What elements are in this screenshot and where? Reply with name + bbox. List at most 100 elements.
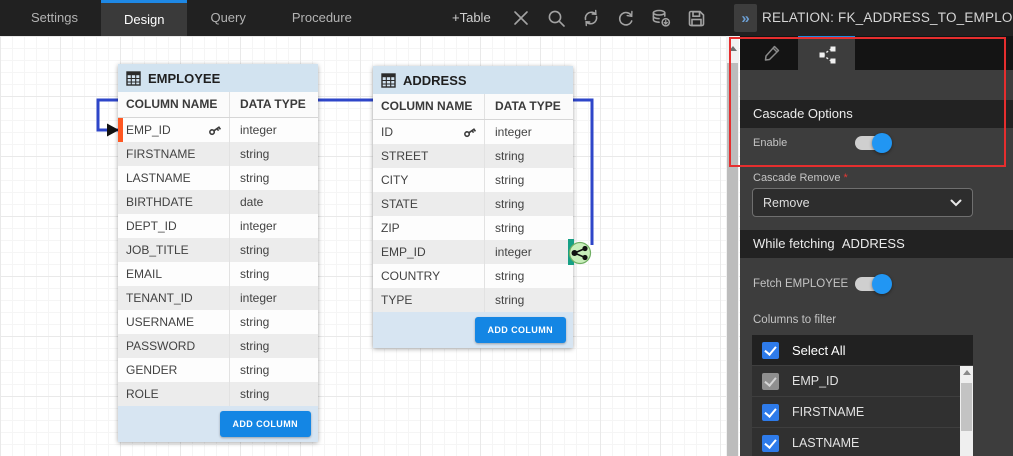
table-row-id[interactable]: IDinteger: [373, 120, 573, 144]
top-toolbar: SettingsDesignQueryProcedure +Table: [0, 0, 1013, 36]
fetch-employee-toggle[interactable]: [855, 277, 888, 291]
column-name-cell: JOB_TITLE: [118, 238, 230, 262]
relation-line: [0, 36, 740, 456]
nav-tab-settings[interactable]: Settings: [8, 0, 101, 36]
data-type-cell: string: [230, 334, 318, 358]
data-type-header: DATA TYPE: [230, 92, 318, 117]
primary-key-icon: [460, 122, 479, 141]
filter-column-label: EMP_ID: [792, 374, 839, 388]
data-type-cell: string: [485, 288, 573, 312]
table-row-state[interactable]: STATEstring: [373, 192, 573, 216]
select-all-checkbox[interactable]: [762, 342, 779, 359]
search-icon[interactable]: [546, 8, 566, 28]
triangle-up-icon: [963, 370, 971, 375]
column-name-cell: DEPT_ID: [118, 214, 230, 238]
column-name-cell: GENDER: [118, 358, 230, 382]
schema-canvas[interactable]: EMPLOYEE COLUMN NAME DATA TYPE EMP_IDint…: [0, 36, 740, 456]
select-all-label: Select All: [792, 343, 845, 358]
scrollbar-thumb[interactable]: [961, 383, 972, 431]
scroll-up-button[interactable]: [726, 36, 739, 60]
checkbox[interactable]: [762, 404, 779, 421]
redo-icon[interactable]: [616, 8, 636, 28]
nav-tab-procedure[interactable]: Procedure: [269, 0, 375, 36]
data-type-cell: date: [230, 190, 318, 214]
table-row-email[interactable]: EMAILstring: [118, 262, 318, 286]
table-row-birthdate[interactable]: BIRTHDATEdate: [118, 190, 318, 214]
table-row-country[interactable]: COUNTRYstring: [373, 264, 573, 288]
table-grid-icon: [381, 73, 396, 88]
table-employee[interactable]: EMPLOYEE COLUMN NAME DATA TYPE EMP_IDint…: [118, 64, 318, 442]
table-rows: IDintegerSTREETstringCITYstringSTATEstri…: [373, 120, 573, 312]
column-name-cell: STREET: [373, 144, 485, 168]
table-row-street[interactable]: STREETstring: [373, 144, 573, 168]
table-row-lastname[interactable]: LASTNAMEstring: [118, 166, 318, 190]
filter-column-row-lastname[interactable]: LASTNAME: [752, 428, 973, 456]
tab-edit-relation[interactable]: [745, 36, 798, 70]
export-db-icon[interactable]: [651, 8, 671, 28]
column-name-cell: PASSWORD: [118, 334, 230, 358]
table-row-emp_id[interactable]: EMP_IDinteger: [118, 118, 318, 142]
checkbox[interactable]: [762, 373, 779, 390]
fetch-employee-label: Fetch EMPLOYEE: [753, 278, 848, 290]
table-column-headers: COLUMN NAME DATA TYPE: [373, 94, 573, 120]
filter-column-label: FIRSTNAME: [792, 405, 864, 419]
panel-tab-bar: [740, 36, 1013, 70]
table-row-emp_id[interactable]: EMP_IDinteger: [373, 240, 573, 264]
list-scrollbar[interactable]: [960, 366, 973, 456]
data-type-cell: integer: [485, 120, 573, 144]
table-employee-header[interactable]: EMPLOYEE: [118, 64, 318, 92]
table-row-tenant_id[interactable]: TENANT_IDinteger: [118, 286, 318, 310]
data-type-cell: string: [230, 142, 318, 166]
add-table-button[interactable]: +Table: [452, 0, 491, 36]
filter-column-row-firstname[interactable]: FIRSTNAME: [752, 397, 973, 428]
add-column-button[interactable]: ADD COLUMN: [220, 411, 312, 437]
filter-column-row-emp_id[interactable]: EMP_ID: [752, 366, 973, 397]
save-icon[interactable]: [686, 8, 706, 28]
column-name-cell: LASTNAME: [118, 166, 230, 190]
table-address[interactable]: ADDRESS COLUMN NAME DATA TYPE IDintegerS…: [373, 66, 573, 348]
enable-toggle[interactable]: [855, 136, 888, 150]
required-asterisk: *: [843, 172, 847, 184]
close-icon[interactable]: [511, 8, 531, 28]
cascade-remove-select[interactable]: Remove: [752, 188, 973, 217]
data-type-cell: string: [485, 168, 573, 192]
table-row-username[interactable]: USERNAMEstring: [118, 310, 318, 334]
table-row-gender[interactable]: GENDERstring: [118, 358, 318, 382]
table-address-header[interactable]: ADDRESS: [373, 66, 573, 94]
table-grid-icon: [126, 71, 141, 86]
column-name-cell: EMP_ID: [373, 240, 485, 264]
collapse-panel-button[interactable]: »: [734, 4, 757, 32]
canvas-scrollbar[interactable]: [726, 36, 739, 456]
while-fetching-text: While fetching: [753, 236, 835, 251]
table-row-role[interactable]: ROLEstring: [118, 382, 318, 406]
table-row-zip[interactable]: ZIPstring: [373, 216, 573, 240]
add-column-button[interactable]: ADD COLUMN: [475, 317, 567, 343]
table-row-job_title[interactable]: JOB_TITLEstring: [118, 238, 318, 262]
column-name-cell: COUNTRY: [373, 264, 485, 288]
column-name-cell: STATE: [373, 192, 485, 216]
primary-key-icon: [205, 120, 224, 139]
tab-relation-settings[interactable]: [798, 36, 855, 70]
data-type-cell: string: [230, 310, 318, 334]
data-type-cell: integer: [230, 118, 318, 142]
table-row-password[interactable]: PASSWORDstring: [118, 334, 318, 358]
relation-properties-panel: Cascade Options Enable Cascade Remove* R…: [740, 36, 1013, 456]
relation-connector-icon[interactable]: [0, 36, 740, 456]
relation-icon: [816, 44, 838, 66]
checkbox[interactable]: [762, 435, 779, 452]
table-row-firstname[interactable]: FIRSTNAMEstring: [118, 142, 318, 166]
data-type-cell: string: [230, 262, 318, 286]
column-name-cell: CITY: [373, 168, 485, 192]
sync-icon[interactable]: [581, 8, 601, 28]
pencil-icon: [762, 43, 782, 63]
nav-tab-query[interactable]: Query: [187, 0, 268, 36]
column-name-cell: USERNAME: [118, 310, 230, 334]
nav-tab-design[interactable]: Design: [101, 0, 187, 36]
column-name-cell: TYPE: [373, 288, 485, 312]
table-row-dept_id[interactable]: DEPT_IDinteger: [118, 214, 318, 238]
table-row-city[interactable]: CITYstring: [373, 168, 573, 192]
data-type-cell: string: [230, 238, 318, 262]
select-all-row[interactable]: Select All: [752, 335, 973, 366]
table-row-type[interactable]: TYPEstring: [373, 288, 573, 312]
scrollbar-thumb[interactable]: [727, 63, 738, 456]
